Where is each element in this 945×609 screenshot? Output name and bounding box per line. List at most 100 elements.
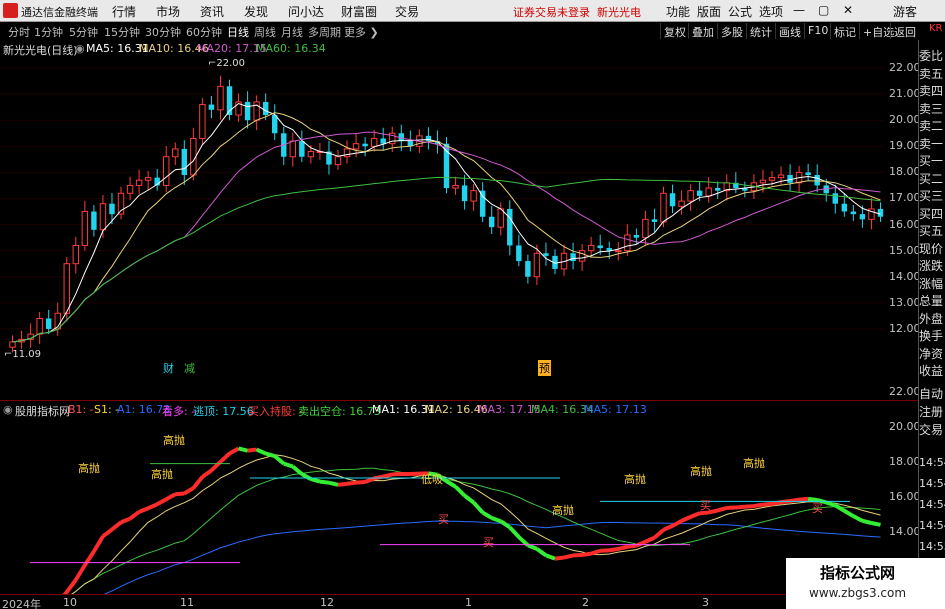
candle-body [217, 85, 224, 111]
sidebar-field-label: 买二 [919, 171, 944, 186]
signal-buy: 买 [700, 499, 711, 512]
ind-green-line [69, 467, 881, 595]
ind-trend-segment [843, 509, 855, 518]
tab-60min[interactable]: 60分钟 [186, 24, 222, 40]
indicator-chart[interactable] [0, 415, 885, 595]
overlay-button[interactable]: 叠加 [688, 23, 717, 39]
ind-trend-segment [238, 446, 249, 453]
restore-rights-button[interactable]: 复权 [660, 23, 689, 39]
price-tick: 21.00 [889, 87, 921, 101]
sidebar-field-label: 买四 [919, 206, 944, 221]
sidebar-field-label: 卖一 [919, 136, 944, 151]
ind-trend-segment [771, 500, 782, 506]
menu-discover[interactable]: 发现 [244, 3, 268, 20]
menu-wealth[interactable]: 财富圈 [341, 3, 377, 20]
tab-5min[interactable]: 5分钟 [69, 24, 98, 40]
candle-body [63, 263, 70, 314]
candle-body [832, 193, 838, 204]
menu-news[interactable]: 资讯 [200, 3, 224, 20]
signal-high-sell: 高抛 [163, 434, 185, 447]
panel-divider [0, 400, 918, 401]
event-badge-reduce[interactable]: 减 [183, 360, 196, 376]
multi-stock-button[interactable]: 多股 [717, 23, 746, 39]
candle-body [578, 250, 586, 262]
candle-body [488, 216, 495, 228]
close-icon[interactable]: ✕ [843, 3, 853, 17]
maximize-icon[interactable]: ▢ [818, 3, 829, 17]
ind-trend-segment [671, 519, 683, 528]
time-label: 12 [320, 596, 334, 609]
ind-trend-segment [110, 520, 123, 532]
tab-30min[interactable]: 30分钟 [145, 24, 181, 40]
ind-trend-segment [472, 501, 485, 514]
candle-body [525, 261, 531, 277]
ind-trend-segment [165, 492, 177, 501]
menu-ask[interactable]: 问小达 [288, 3, 324, 20]
candle-body [850, 211, 857, 215]
tick-time: 14:54 [919, 456, 945, 469]
candle-body [262, 101, 269, 115]
candlestick-chart[interactable] [0, 55, 885, 355]
candle-body [587, 244, 595, 252]
sidebar-auto-label[interactable]: 自动 [919, 385, 943, 402]
ind-trend-segment [328, 480, 339, 487]
menu-market[interactable]: 市场 [156, 3, 180, 20]
time-label: 10 [63, 596, 77, 609]
ind-trend-segment [852, 514, 864, 523]
ind-trend-segment [861, 518, 872, 525]
ind-trend-segment [789, 497, 800, 504]
mark-button[interactable]: 标记 [830, 23, 859, 39]
stats-button[interactable]: 统计 [746, 23, 775, 39]
menu-quotes[interactable]: 行情 [112, 3, 136, 20]
candle-body [9, 341, 16, 348]
menu-formula[interactable]: 公式 [728, 3, 752, 20]
f10-button[interactable]: F10 [804, 23, 831, 39]
menu-function[interactable]: 功能 [666, 3, 690, 20]
candle-body [715, 188, 721, 191]
candle-body [380, 138, 386, 144]
ind-trend-segment [346, 480, 357, 486]
guest-button[interactable]: 游客 [893, 3, 917, 20]
tab-15min[interactable]: 15分钟 [104, 24, 140, 40]
sidebar-field-label: 买三 [919, 189, 944, 203]
tab-monthly[interactable]: 月线 [281, 24, 303, 40]
candle-body [135, 179, 143, 186]
login-warning[interactable]: 证券交易未登录 新光光电 [513, 4, 641, 20]
ind-trend-segment [175, 491, 185, 497]
ind-tick: 16.00 [889, 490, 921, 503]
candle-body [479, 190, 486, 217]
tab-timeshare[interactable]: 分时 [8, 24, 30, 40]
ind-tick: 22.00 [889, 385, 921, 398]
tab-multi-period[interactable]: 多周期 [308, 24, 341, 40]
signal-buy: 买 [483, 536, 494, 549]
menu-options[interactable]: 选项 [759, 3, 783, 20]
sidebar-field-label: 换手 [919, 329, 944, 343]
candle-body [633, 235, 640, 238]
candle-body [615, 250, 622, 253]
settings-dot-icon[interactable]: ◉ [75, 42, 85, 55]
tab-daily[interactable]: 日线 [227, 24, 249, 40]
signal-low-buy: 低吸 [421, 473, 443, 486]
price-tick: 14.00 [889, 269, 921, 283]
tab-1min[interactable]: 1分钟 [34, 24, 63, 40]
back-button[interactable]: 返回 [890, 23, 919, 39]
event-badge-finance[interactable]: 财 [162, 360, 175, 376]
price-tick: 22.00 [889, 61, 921, 75]
draw-line-button[interactable]: 画线 [775, 23, 804, 39]
ind-trend-segment [762, 501, 773, 507]
candle-body [299, 141, 305, 157]
menu-trade[interactable]: 交易 [395, 3, 419, 20]
event-badge-forecast[interactable]: 预 [538, 360, 551, 376]
tab-more[interactable]: 更多 ❯ [344, 24, 379, 40]
menu-layout[interactable]: 版面 [697, 3, 721, 20]
ind-trend-segment [319, 479, 330, 485]
ind-trend-segment [138, 506, 149, 514]
tab-weekly[interactable]: 周线 [254, 24, 276, 40]
sidebar-auto-label[interactable]: 交易 [919, 421, 943, 438]
ind-tick: 18.00 [889, 455, 921, 468]
minimize-icon[interactable]: — [793, 3, 805, 17]
candle-body [687, 190, 694, 202]
ind-trend-segment [291, 464, 304, 476]
signal-high-sell: 高抛 [552, 504, 574, 517]
sidebar-auto-label[interactable]: 注册 [919, 403, 943, 420]
